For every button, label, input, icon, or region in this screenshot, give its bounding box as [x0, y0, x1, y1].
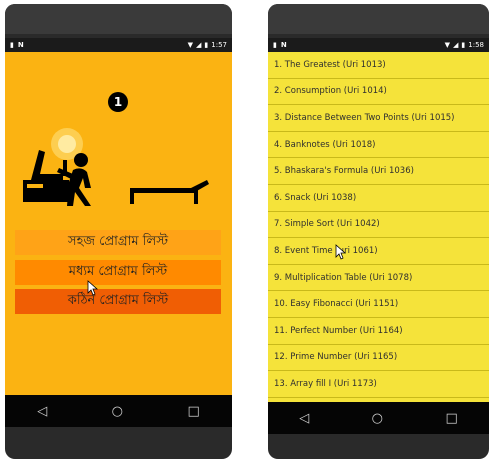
phone-top-bezel: [5, 4, 232, 34]
programmer-icon: [23, 150, 91, 206]
home-nav-button[interactable]: ○: [112, 404, 123, 419]
list-item[interactable]: 8. Event Time (uri 1061): [268, 238, 489, 265]
phone-right: ▮ N ▼ ◢ ▮ 1:58 1. The Greatest (Uri 1013…: [268, 4, 489, 459]
easy-program-list-button[interactable]: সহজ প্রোগ্রাম লিস্ট: [15, 230, 221, 255]
list-item[interactable]: 1. The Greatest (Uri 1013): [268, 52, 489, 79]
status-bar: ▮ N ▼ ◢ ▮ 1:57: [5, 38, 232, 52]
list-item[interactable]: 13. Array fill I (Uri 1173): [268, 371, 489, 398]
bed-icon: [130, 180, 209, 204]
mouse-cursor-icon: [87, 280, 99, 296]
battery-icon: ▮: [461, 41, 466, 49]
list-item[interactable]: 6. Snack (Uri 1038): [268, 185, 489, 212]
signal-icon: ◢: [196, 41, 202, 49]
recents-nav-button[interactable]: □: [187, 404, 199, 419]
wifi-icon: ▼: [187, 41, 194, 49]
n-icon: N: [17, 41, 24, 49]
recents-nav-button[interactable]: □: [445, 411, 457, 426]
list-item[interactable]: 2. Consumption (Uri 1014): [268, 79, 489, 106]
back-nav-button[interactable]: ◁: [299, 411, 309, 426]
medium-program-list-label: মধ্যম প্রোগ্রাম লিস্ট: [68, 264, 168, 279]
status-time: 1:57: [211, 41, 227, 49]
list-item[interactable]: 11. Perfect Number (Uri 1164): [268, 318, 489, 345]
list-item[interactable]: 3. Distance Between Two Points (Uri 1015…: [268, 105, 489, 132]
navigation-bar: ◁ ○ □: [5, 395, 232, 427]
list-item[interactable]: 12. Prime Number (Uri 1165): [268, 345, 489, 372]
status-time: 1:58: [468, 41, 484, 49]
sd-card-icon: ▮: [10, 41, 14, 49]
illustration: [23, 128, 209, 206]
hard-program-list-button[interactable]: কঠিন প্রোগ্রাম লিস্ট: [15, 289, 221, 314]
home-nav-button[interactable]: ○: [372, 411, 383, 426]
list-item[interactable]: 10. Easy Fibonacci (Uri 1151): [268, 291, 489, 318]
list-item[interactable]: 4. Banknotes (Uri 1018): [268, 132, 489, 159]
navigation-bar: ◁ ○ □: [268, 402, 489, 434]
sd-card-icon: ▮: [273, 41, 277, 49]
wifi-icon: ▼: [444, 41, 451, 49]
n-icon: N: [280, 41, 287, 49]
easy-program-list-label: সহজ প্রোগ্রাম লিস্ট: [68, 234, 168, 249]
step-number-badge: 1: [108, 92, 128, 112]
hard-program-list-label: কঠিন প্রোগ্রাম লিস্ট: [67, 293, 169, 308]
medium-program-list-button[interactable]: মধ্যম প্রোগ্রাম লিস্ট: [15, 260, 221, 285]
status-bar: ▮ N ▼ ◢ ▮ 1:58: [268, 38, 489, 52]
list-item[interactable]: 5. Bhaskara's Formula (Uri 1036): [268, 158, 489, 185]
list-item[interactable]: 9. Multiplication Table (Uri 1078): [268, 265, 489, 292]
problem-list-screen: 1. The Greatest (Uri 1013) 2. Consumptio…: [268, 52, 489, 402]
phone-top-bezel: [268, 4, 489, 34]
signal-icon: ◢: [453, 41, 459, 49]
list-item[interactable]: 7. Simple Sort (Uri 1042): [268, 212, 489, 239]
mouse-cursor-icon: [335, 244, 347, 260]
battery-icon: ▮: [204, 41, 209, 49]
back-nav-button[interactable]: ◁: [37, 404, 47, 419]
phone-left: ▮ N ▼ ◢ ▮ 1:57 1 সহজ প্রোগ্রাম লিস্ট মধ্…: [5, 4, 232, 459]
home-screen: 1 সহজ প্রোগ্রাম লিস্ট মধ্যম প্রোগ্রাম লি…: [5, 52, 232, 395]
